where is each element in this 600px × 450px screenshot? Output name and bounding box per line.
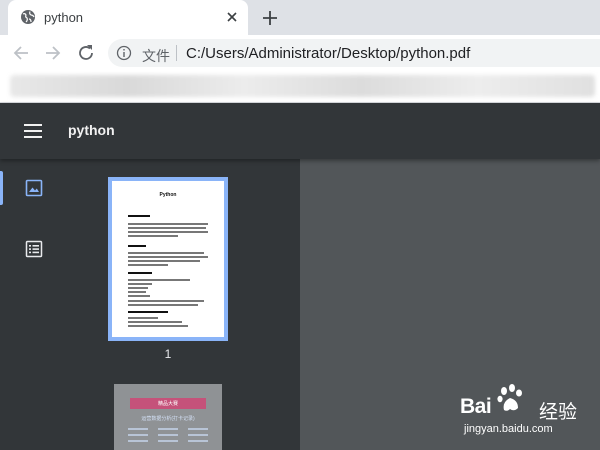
separator <box>176 45 177 61</box>
thumbnail-2-banner-text: 精品大赛 <box>157 401 178 407</box>
pdf-sidebar: Python 1 精品大赛 运营数据分析(打卡记录) <box>0 159 300 450</box>
tab-title: python <box>44 10 84 25</box>
watermark-brand: Bai <box>460 395 492 418</box>
arrow-left-icon[interactable] <box>10 42 32 64</box>
thumbnail-title: Python <box>159 192 177 198</box>
watermark-url: jingyan.baidu.com <box>464 423 553 435</box>
active-view-indicator <box>0 171 3 205</box>
image-icon[interactable] <box>25 179 43 197</box>
tab-strip: python <box>0 0 600 35</box>
page-thumbnail-2[interactable]: 精品大赛 运营数据分析(打卡记录) <box>114 384 222 450</box>
arrow-right-icon[interactable] <box>42 42 64 64</box>
plus-icon[interactable] <box>260 8 280 28</box>
browser-toolbar: 文件 C:/Users/Administrator/Desktop/python… <box>0 35 600 70</box>
browser-window: python 文件 C:/Users/Administrator/Desktop… <box>0 0 600 450</box>
tab-python[interactable]: python <box>8 0 248 35</box>
reload-icon[interactable] <box>75 42 97 64</box>
globe-icon <box>21 10 35 24</box>
list-icon[interactable] <box>25 240 43 258</box>
close-icon[interactable] <box>224 9 240 25</box>
watermark-suffix: 经验 <box>539 402 578 423</box>
paw-icon <box>497 384 522 411</box>
hamburger-menu-icon[interactable] <box>24 122 42 140</box>
url-text[interactable]: C:/Users/Administrator/Desktop/python.pd… <box>186 45 470 62</box>
pdf-toolbar: python <box>0 103 600 159</box>
blurred-bookmarks <box>10 75 595 97</box>
info-icon[interactable] <box>116 45 132 61</box>
baidu-jingyan-watermark: Bai 经验 jingyan.baidu.com <box>458 380 600 446</box>
page-number-1: 1 <box>164 347 172 361</box>
scheme-label: 文件 <box>142 48 170 64</box>
page-thumbnail-1[interactable]: Python <box>108 177 228 341</box>
bookmarks-bar <box>0 70 600 103</box>
thumbnail-2-title: 运营数据分析(打卡记录) <box>141 416 195 422</box>
document-title: python <box>68 122 115 138</box>
address-bar[interactable]: 文件 C:/Users/Administrator/Desktop/python… <box>108 39 600 67</box>
thumbnail-2-banner: 精品大赛 <box>130 398 206 409</box>
thumbnail-page-content: Python <box>116 185 220 333</box>
